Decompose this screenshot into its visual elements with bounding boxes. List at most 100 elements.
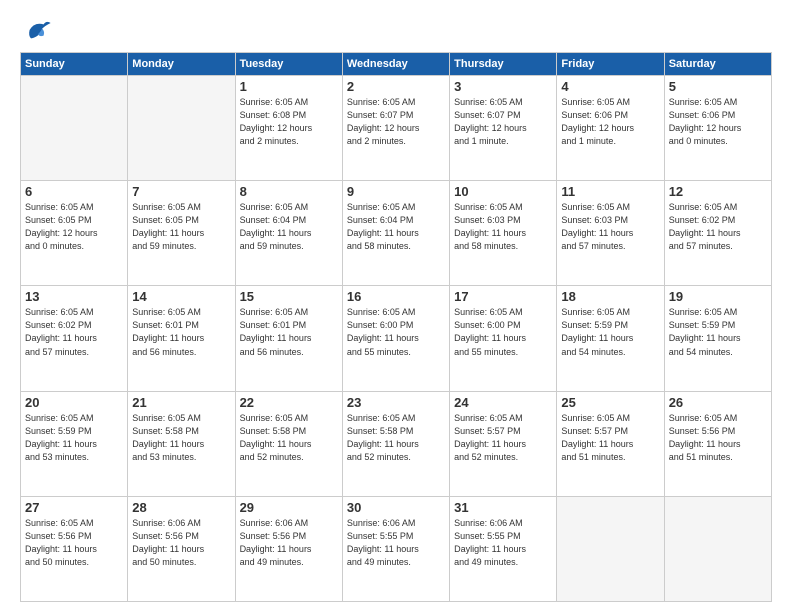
day-info: Sunrise: 6:05 AM Sunset: 5:59 PM Dayligh…	[25, 412, 123, 464]
day-info: Sunrise: 6:05 AM Sunset: 6:01 PM Dayligh…	[240, 306, 338, 358]
day-number: 12	[669, 184, 767, 199]
calendar-week-row: 27 Sunrise: 6:05 AM Sunset: 5:56 PM Dayli…	[21, 496, 772, 601]
day-number: 30	[347, 500, 445, 515]
day-info: Sunrise: 6:05 AM Sunset: 5:58 PM Dayligh…	[347, 412, 445, 464]
day-number: 23	[347, 395, 445, 410]
day-number: 7	[132, 184, 230, 199]
calendar-weekday: Friday	[557, 53, 664, 76]
calendar-day-cell: 18 Sunrise: 6:05 AM Sunset: 5:59 PM Dayli…	[557, 286, 664, 391]
calendar-weekday: Monday	[128, 53, 235, 76]
day-number: 6	[25, 184, 123, 199]
day-info: Sunrise: 6:05 AM Sunset: 6:03 PM Dayligh…	[561, 201, 659, 253]
header	[20, 16, 772, 44]
calendar-day-cell: 6Sunrise: 6:05 AM Sunset: 6:05 PM Daylig…	[21, 181, 128, 286]
day-info: Sunrise: 6:05 AM Sunset: 5:56 PM Dayligh…	[25, 517, 123, 569]
calendar-day-cell: 16 Sunrise: 6:05 AM Sunset: 6:00 PM Dayli…	[342, 286, 449, 391]
day-number: 14	[132, 289, 230, 304]
calendar-day-cell: 5 Sunrise: 6:05 AM Sunset: 6:06 PM Daylig…	[664, 76, 771, 181]
calendar-day-cell	[21, 76, 128, 181]
calendar-day-cell: 10Sunrise: 6:05 AM Sunset: 6:03 PM Dayli…	[450, 181, 557, 286]
day-number: 13	[25, 289, 123, 304]
day-info: Sunrise: 6:05 AM Sunset: 6:02 PM Dayligh…	[669, 201, 767, 253]
day-info: Sunrise: 6:06 AM Sunset: 5:56 PM Dayligh…	[132, 517, 230, 569]
day-number: 27	[25, 500, 123, 515]
day-number: 4	[561, 79, 659, 94]
calendar-day-cell: 9 Sunrise: 6:05 AM Sunset: 6:04 PM Daylig…	[342, 181, 449, 286]
day-info: Sunrise: 6:05 AM Sunset: 5:59 PM Dayligh…	[561, 306, 659, 358]
day-info: Sunrise: 6:05 AM Sunset: 6:00 PM Dayligh…	[347, 306, 445, 358]
calendar-day-cell: 26 Sunrise: 6:05 AM Sunset: 5:56 PM Dayli…	[664, 391, 771, 496]
day-info: Sunrise: 6:06 AM Sunset: 5:55 PM Dayligh…	[454, 517, 552, 569]
calendar-week-row: 13 Sunrise: 6:05 AM Sunset: 6:02 PM Dayli…	[21, 286, 772, 391]
day-number: 28	[132, 500, 230, 515]
day-number: 8	[240, 184, 338, 199]
calendar-table: SundayMondayTuesdayWednesdayThursdayFrid…	[20, 52, 772, 602]
calendar-day-cell: 30 Sunrise: 6:06 AM Sunset: 5:55 PM Dayli…	[342, 496, 449, 601]
day-number: 16	[347, 289, 445, 304]
day-number: 15	[240, 289, 338, 304]
day-info: Sunrise: 6:05 AM Sunset: 5:59 PM Dayligh…	[669, 306, 767, 358]
calendar-day-cell: 22Sunrise: 6:05 AM Sunset: 5:58 PM Dayli…	[235, 391, 342, 496]
calendar-weekday: Sunday	[21, 53, 128, 76]
day-number: 21	[132, 395, 230, 410]
calendar-day-cell	[664, 496, 771, 601]
calendar-day-cell: 7 Sunrise: 6:05 AM Sunset: 6:05 PM Daylig…	[128, 181, 235, 286]
day-info: Sunrise: 6:05 AM Sunset: 5:58 PM Dayligh…	[240, 412, 338, 464]
day-info: Sunrise: 6:05 AM Sunset: 6:08 PM Dayligh…	[240, 96, 338, 148]
calendar-weekday: Wednesday	[342, 53, 449, 76]
calendar-week-row: 20 Sunrise: 6:05 AM Sunset: 5:59 PM Dayli…	[21, 391, 772, 496]
calendar-weekday: Saturday	[664, 53, 771, 76]
day-number: 5	[669, 79, 767, 94]
day-info: Sunrise: 6:05 AM Sunset: 5:56 PM Dayligh…	[669, 412, 767, 464]
day-number: 29	[240, 500, 338, 515]
day-number: 3	[454, 79, 552, 94]
day-number: 10	[454, 184, 552, 199]
calendar-day-cell: 24 Sunrise: 6:05 AM Sunset: 5:57 PM Dayli…	[450, 391, 557, 496]
day-info: Sunrise: 6:05 AM Sunset: 6:07 PM Dayligh…	[454, 96, 552, 148]
calendar-day-cell: 25 Sunrise: 6:05 AM Sunset: 5:57 PM Dayli…	[557, 391, 664, 496]
day-info: Sunrise: 6:06 AM Sunset: 5:56 PM Dayligh…	[240, 517, 338, 569]
calendar-day-cell: 28 Sunrise: 6:06 AM Sunset: 5:56 PM Dayli…	[128, 496, 235, 601]
calendar-day-cell: 12 Sunrise: 6:05 AM Sunset: 6:02 PM Dayli…	[664, 181, 771, 286]
calendar-day-cell: 15 Sunrise: 6:05 AM Sunset: 6:01 PM Dayli…	[235, 286, 342, 391]
day-number: 2	[347, 79, 445, 94]
day-info: Sunrise: 6:05 AM Sunset: 5:57 PM Dayligh…	[454, 412, 552, 464]
calendar-day-cell: 14 Sunrise: 6:05 AM Sunset: 6:01 PM Dayli…	[128, 286, 235, 391]
calendar-header-row: SundayMondayTuesdayWednesdayThursdayFrid…	[21, 53, 772, 76]
calendar-day-cell: 4Sunrise: 6:05 AM Sunset: 6:06 PM Daylig…	[557, 76, 664, 181]
day-info: Sunrise: 6:05 AM Sunset: 6:04 PM Dayligh…	[347, 201, 445, 253]
day-info: Sunrise: 6:05 AM Sunset: 6:06 PM Dayligh…	[669, 96, 767, 148]
calendar-day-cell: 13 Sunrise: 6:05 AM Sunset: 6:02 PM Dayli…	[21, 286, 128, 391]
day-info: Sunrise: 6:05 AM Sunset: 6:04 PM Dayligh…	[240, 201, 338, 253]
day-info: Sunrise: 6:05 AM Sunset: 5:57 PM Dayligh…	[561, 412, 659, 464]
calendar-day-cell: 2 Sunrise: 6:05 AM Sunset: 6:07 PM Daylig…	[342, 76, 449, 181]
day-info: Sunrise: 6:05 AM Sunset: 5:58 PM Dayligh…	[132, 412, 230, 464]
calendar-day-cell: 1 Sunrise: 6:05 AM Sunset: 6:08 PM Daylig…	[235, 76, 342, 181]
day-number: 9	[347, 184, 445, 199]
day-number: 26	[669, 395, 767, 410]
calendar-day-cell: 31 Sunrise: 6:06 AM Sunset: 5:55 PM Dayli…	[450, 496, 557, 601]
calendar-day-cell: 21 Sunrise: 6:05 AM Sunset: 5:58 PM Dayli…	[128, 391, 235, 496]
day-number: 11	[561, 184, 659, 199]
calendar-weekday: Thursday	[450, 53, 557, 76]
day-number: 1	[240, 79, 338, 94]
day-info: Sunrise: 6:05 AM Sunset: 6:02 PM Dayligh…	[25, 306, 123, 358]
day-info: Sunrise: 6:05 AM Sunset: 6:05 PM Dayligh…	[132, 201, 230, 253]
calendar-day-cell	[128, 76, 235, 181]
logo-bird-icon	[24, 16, 52, 44]
day-number: 25	[561, 395, 659, 410]
day-info: Sunrise: 6:05 AM Sunset: 6:07 PM Dayligh…	[347, 96, 445, 148]
calendar-day-cell: 27 Sunrise: 6:05 AM Sunset: 5:56 PM Dayli…	[21, 496, 128, 601]
day-number: 24	[454, 395, 552, 410]
day-number: 17	[454, 289, 552, 304]
calendar-weekday: Tuesday	[235, 53, 342, 76]
day-number: 19	[669, 289, 767, 304]
day-number: 31	[454, 500, 552, 515]
calendar-day-cell: 20 Sunrise: 6:05 AM Sunset: 5:59 PM Dayli…	[21, 391, 128, 496]
day-number: 18	[561, 289, 659, 304]
calendar-day-cell: 23 Sunrise: 6:05 AM Sunset: 5:58 PM Dayli…	[342, 391, 449, 496]
day-info: Sunrise: 6:05 AM Sunset: 6:01 PM Dayligh…	[132, 306, 230, 358]
calendar-day-cell: 29 Sunrise: 6:06 AM Sunset: 5:56 PM Dayli…	[235, 496, 342, 601]
day-number: 20	[25, 395, 123, 410]
day-info: Sunrise: 6:06 AM Sunset: 5:55 PM Dayligh…	[347, 517, 445, 569]
